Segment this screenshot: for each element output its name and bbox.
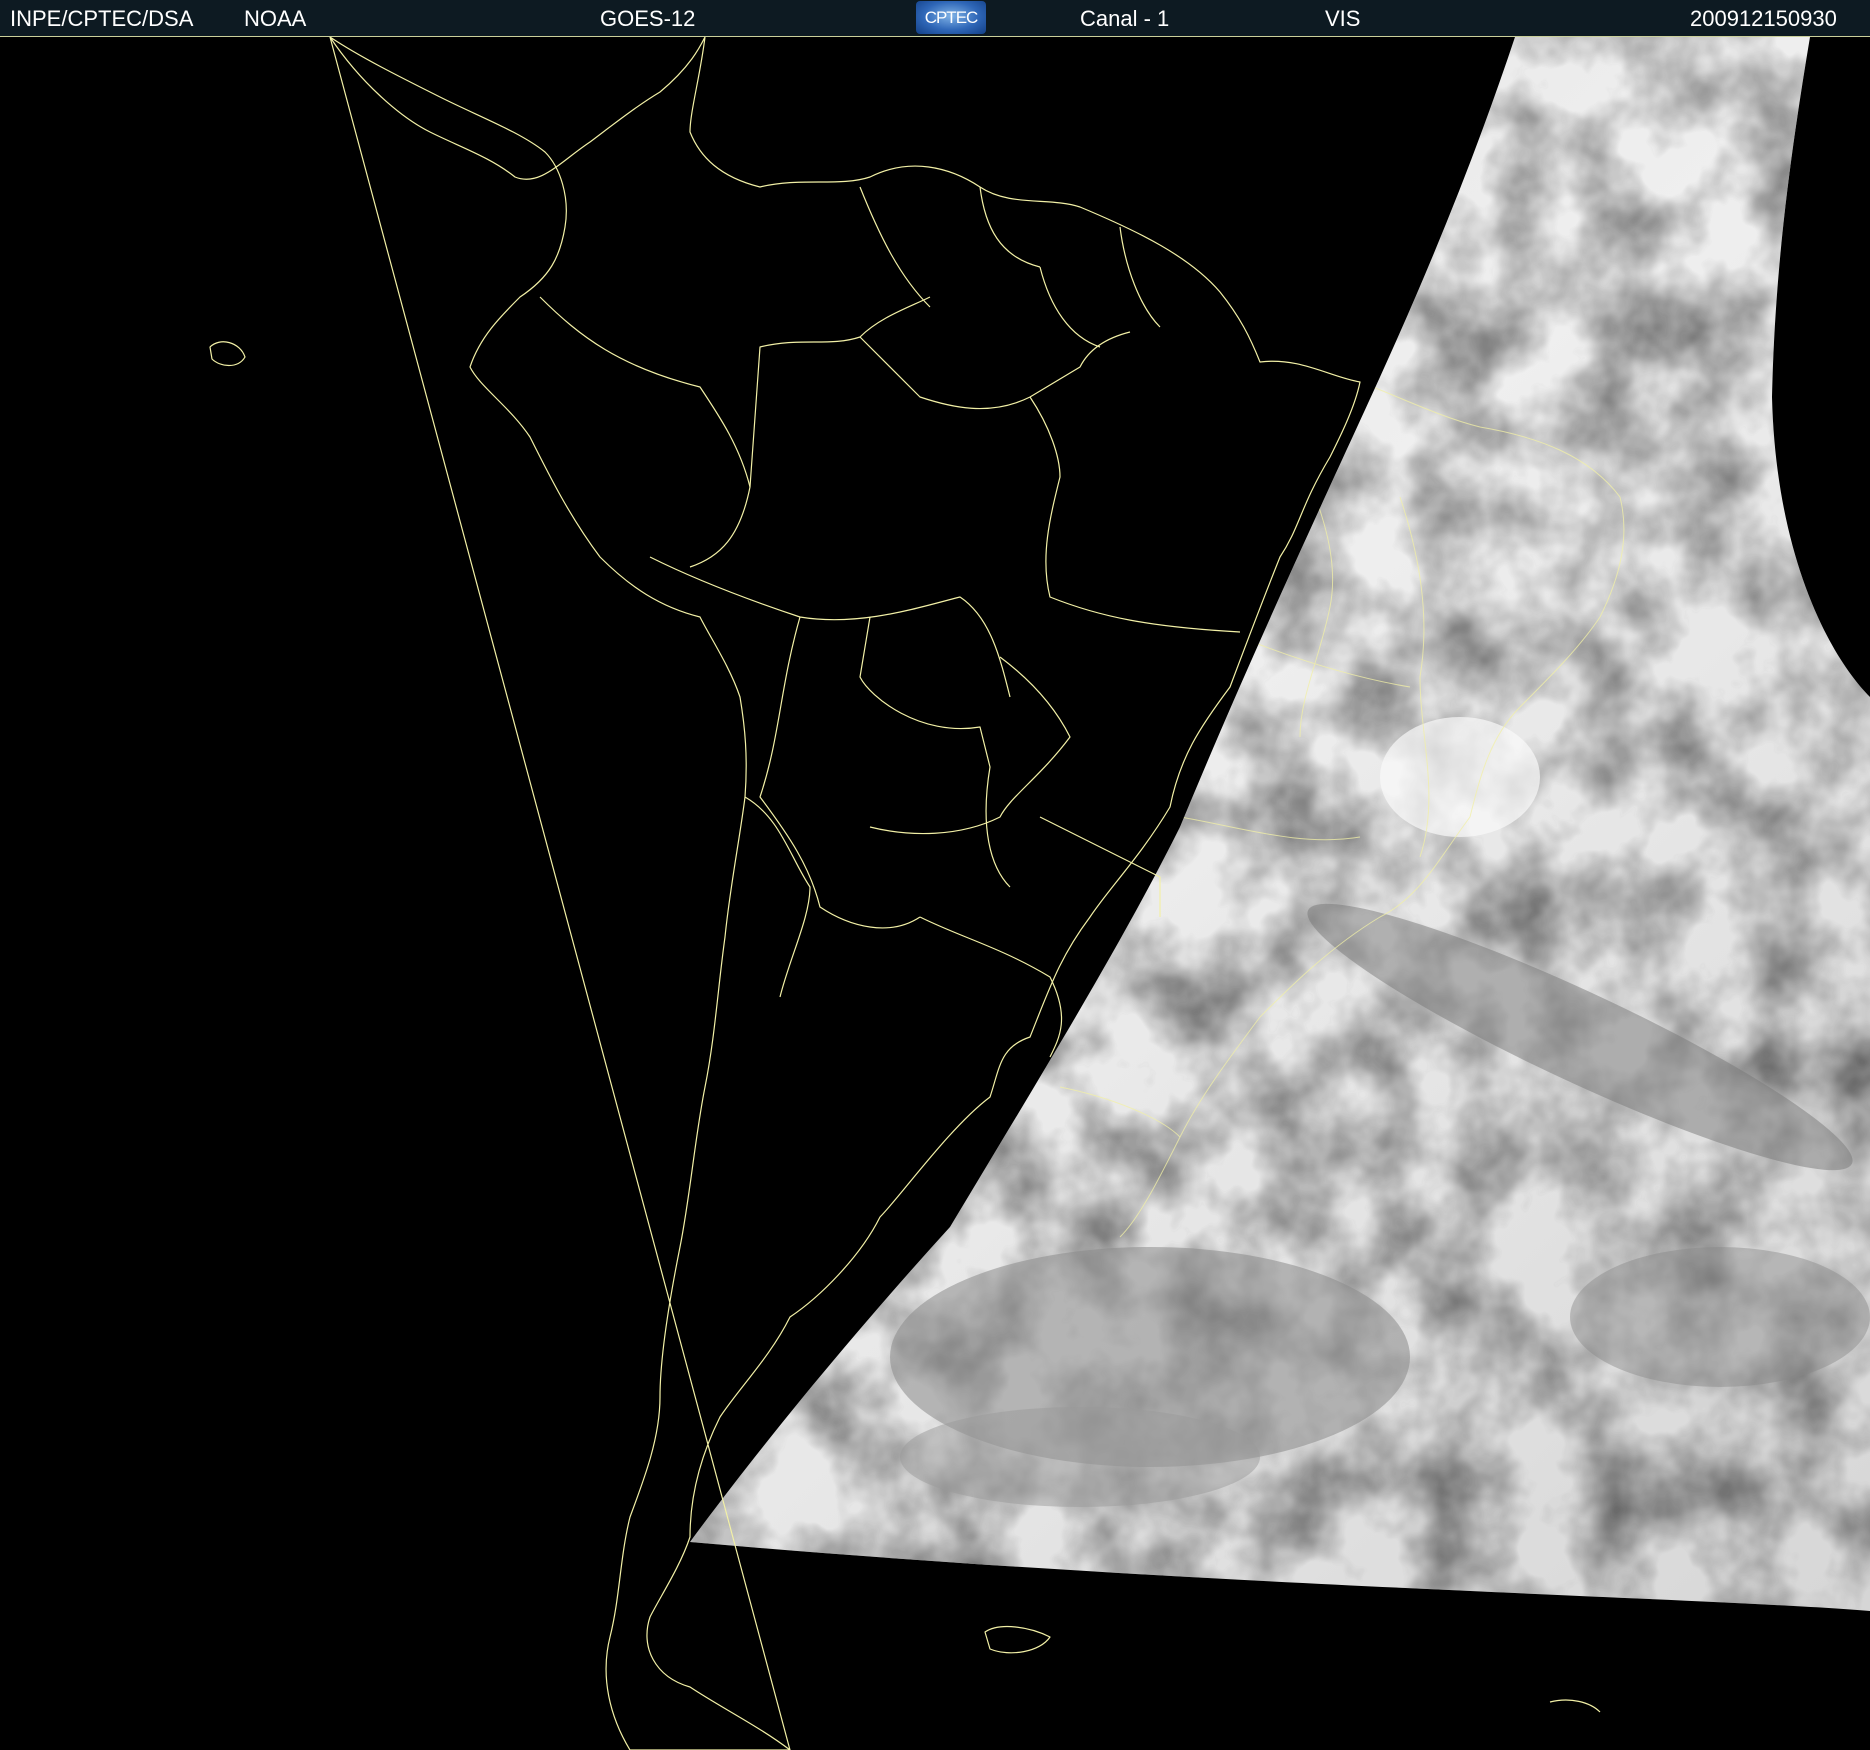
satellite-map: [0, 37, 1870, 1750]
image-header-bar: INPE/CPTEC/DSA NOAA GOES-12 CPTEC Canal …: [0, 0, 1870, 37]
institution-label: INPE/CPTEC/DSA: [10, 6, 194, 31]
band-label: VIS: [1325, 6, 1361, 31]
channel-label: Canal - 1: [1080, 6, 1170, 31]
cptec-logo: CPTEC: [916, 1, 986, 34]
timestamp-label: 200912150930: [1690, 6, 1837, 31]
satellite-label: GOES-12: [600, 6, 696, 31]
agency-label: NOAA: [244, 6, 307, 31]
